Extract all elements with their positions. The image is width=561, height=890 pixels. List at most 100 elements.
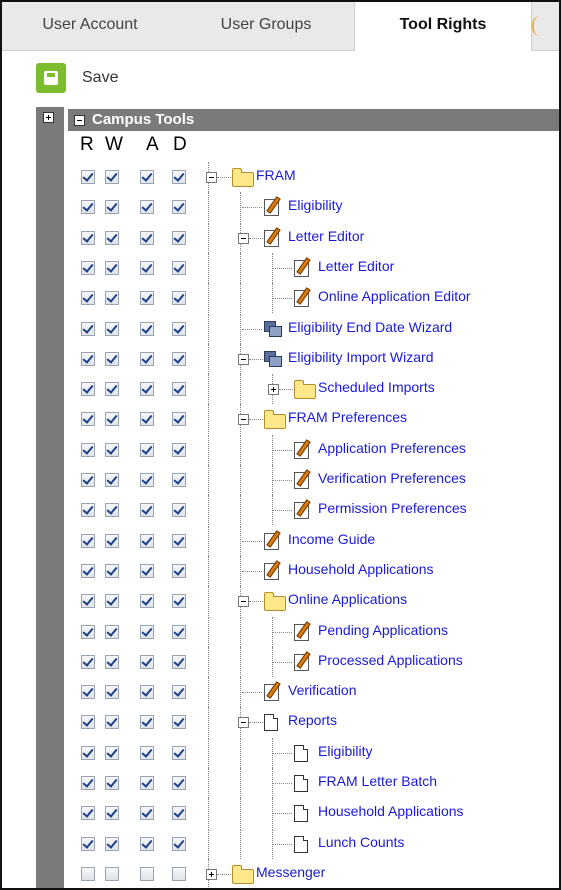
checkbox-read[interactable] bbox=[81, 533, 95, 548]
checkbox-add[interactable] bbox=[140, 806, 154, 821]
tree-item-label[interactable]: Lunch Counts bbox=[318, 834, 404, 850]
tree-item-label[interactable]: Eligibility bbox=[318, 743, 372, 759]
checkbox-add[interactable] bbox=[140, 866, 154, 881]
checkbox-read[interactable] bbox=[81, 715, 95, 730]
tree-item-label[interactable]: Letter Editor bbox=[288, 228, 364, 244]
checkbox-write[interactable] bbox=[105, 624, 119, 639]
checkbox-add[interactable] bbox=[140, 715, 154, 730]
tree-item-label[interactable]: Household Applications bbox=[318, 803, 464, 819]
checkbox-write[interactable] bbox=[105, 654, 119, 669]
checkbox-delete[interactable] bbox=[172, 473, 186, 487]
checkbox-add[interactable] bbox=[140, 624, 154, 639]
checkbox-read[interactable] bbox=[81, 745, 95, 760]
checkbox-read[interactable] bbox=[81, 685, 95, 700]
tree-item-label[interactable]: Online Application Editor bbox=[318, 288, 471, 304]
checkbox-delete[interactable] bbox=[172, 321, 186, 336]
checkbox-write[interactable] bbox=[105, 321, 119, 336]
checkbox-write[interactable] bbox=[105, 745, 119, 760]
collapse-icon[interactable] bbox=[238, 717, 249, 729]
checkbox-add[interactable] bbox=[140, 291, 154, 306]
checkbox-add[interactable] bbox=[140, 442, 154, 457]
checkbox-delete[interactable] bbox=[172, 624, 186, 639]
checkbox-delete[interactable] bbox=[172, 806, 186, 821]
checkbox-delete[interactable] bbox=[172, 200, 186, 215]
checkbox-add[interactable] bbox=[140, 351, 154, 366]
checkbox-delete[interactable] bbox=[172, 685, 186, 700]
checkbox-add[interactable] bbox=[140, 594, 154, 609]
checkbox-read[interactable] bbox=[81, 654, 95, 669]
checkbox-add[interactable] bbox=[140, 321, 154, 336]
checkbox-delete[interactable] bbox=[172, 745, 186, 760]
checkbox-read[interactable] bbox=[81, 473, 95, 487]
checkbox-delete[interactable] bbox=[172, 563, 186, 578]
checkbox-write[interactable] bbox=[105, 351, 119, 366]
checkbox-write[interactable] bbox=[105, 715, 119, 730]
tree-item-label[interactable]: FRAM bbox=[256, 167, 296, 183]
checkbox-read[interactable] bbox=[81, 442, 95, 457]
checkbox-delete[interactable] bbox=[172, 594, 186, 609]
checkbox-write[interactable] bbox=[105, 866, 119, 881]
checkbox-read[interactable] bbox=[81, 624, 95, 639]
checkbox-add[interactable] bbox=[140, 412, 154, 427]
checkbox-delete[interactable] bbox=[172, 836, 186, 851]
tree-item-label[interactable]: Pending Applications bbox=[318, 622, 448, 638]
checkbox-write[interactable] bbox=[105, 200, 119, 215]
collapse-icon[interactable] bbox=[74, 115, 85, 126]
checkbox-write[interactable] bbox=[105, 563, 119, 578]
tree-item-label[interactable]: Eligibility End Date Wizard bbox=[288, 319, 452, 335]
checkbox-read[interactable] bbox=[81, 866, 95, 881]
checkbox-add[interactable] bbox=[140, 503, 154, 518]
checkbox-read[interactable] bbox=[81, 382, 95, 397]
checkbox-read[interactable] bbox=[81, 291, 95, 306]
checkbox-write[interactable] bbox=[105, 836, 119, 851]
checkbox-delete[interactable] bbox=[172, 412, 186, 427]
tree-item-label[interactable]: Scheduled Imports bbox=[318, 379, 435, 395]
checkbox-add[interactable] bbox=[140, 836, 154, 851]
checkbox-write[interactable] bbox=[105, 412, 119, 427]
checkbox-add[interactable] bbox=[140, 685, 154, 700]
tree-item-label[interactable]: FRAM Preferences bbox=[288, 409, 407, 425]
checkbox-add[interactable] bbox=[140, 473, 154, 487]
checkbox-read[interactable] bbox=[81, 351, 95, 366]
checkbox-delete[interactable] bbox=[172, 776, 186, 790]
tree-item-label[interactable]: Online Applications bbox=[288, 591, 407, 607]
checkbox-read[interactable] bbox=[81, 200, 95, 215]
checkbox-delete[interactable] bbox=[172, 866, 186, 881]
checkbox-write[interactable] bbox=[105, 291, 119, 306]
tree-item-label[interactable]: Verification Preferences bbox=[318, 470, 466, 486]
checkbox-delete[interactable] bbox=[172, 230, 186, 245]
tree-item-label[interactable]: Application Preferences bbox=[318, 440, 466, 456]
expand-icon[interactable] bbox=[206, 868, 217, 880]
tree-item-label[interactable]: Messenger bbox=[256, 864, 325, 880]
tab-user-account[interactable]: User Account bbox=[2, 2, 178, 50]
tree-item-label[interactable]: Household Applications bbox=[288, 561, 434, 577]
checkbox-read[interactable] bbox=[81, 412, 95, 427]
checkbox-read[interactable] bbox=[81, 321, 95, 336]
save-button[interactable] bbox=[36, 63, 66, 93]
checkbox-write[interactable] bbox=[105, 533, 119, 548]
collapse-icon[interactable] bbox=[238, 353, 249, 365]
checkbox-read[interactable] bbox=[81, 260, 95, 275]
collapse-icon[interactable] bbox=[238, 232, 249, 244]
checkbox-add[interactable] bbox=[140, 563, 154, 578]
checkbox-read[interactable] bbox=[81, 594, 95, 609]
checkbox-delete[interactable] bbox=[172, 260, 186, 275]
checkbox-write[interactable] bbox=[105, 230, 119, 245]
checkbox-write[interactable] bbox=[105, 776, 119, 790]
checkbox-add[interactable] bbox=[140, 382, 154, 397]
collapse-icon[interactable] bbox=[206, 172, 217, 183]
save-label[interactable]: Save bbox=[82, 69, 118, 87]
checkbox-read[interactable] bbox=[81, 503, 95, 518]
tab-user-groups[interactable]: User Groups bbox=[178, 2, 354, 50]
checkbox-write[interactable] bbox=[105, 503, 119, 518]
checkbox-write[interactable] bbox=[105, 473, 119, 487]
expand-icon[interactable] bbox=[268, 384, 279, 396]
checkbox-write[interactable] bbox=[105, 594, 119, 609]
checkbox-write[interactable] bbox=[105, 442, 119, 457]
checkbox-add[interactable] bbox=[140, 200, 154, 215]
checkbox-read[interactable] bbox=[81, 563, 95, 578]
checkbox-write[interactable] bbox=[105, 382, 119, 397]
tab-tool-rights[interactable]: Tool Rights bbox=[354, 2, 532, 51]
tree-item-label[interactable]: Verification bbox=[288, 682, 356, 698]
tree-item-label[interactable]: Income Guide bbox=[288, 531, 375, 547]
